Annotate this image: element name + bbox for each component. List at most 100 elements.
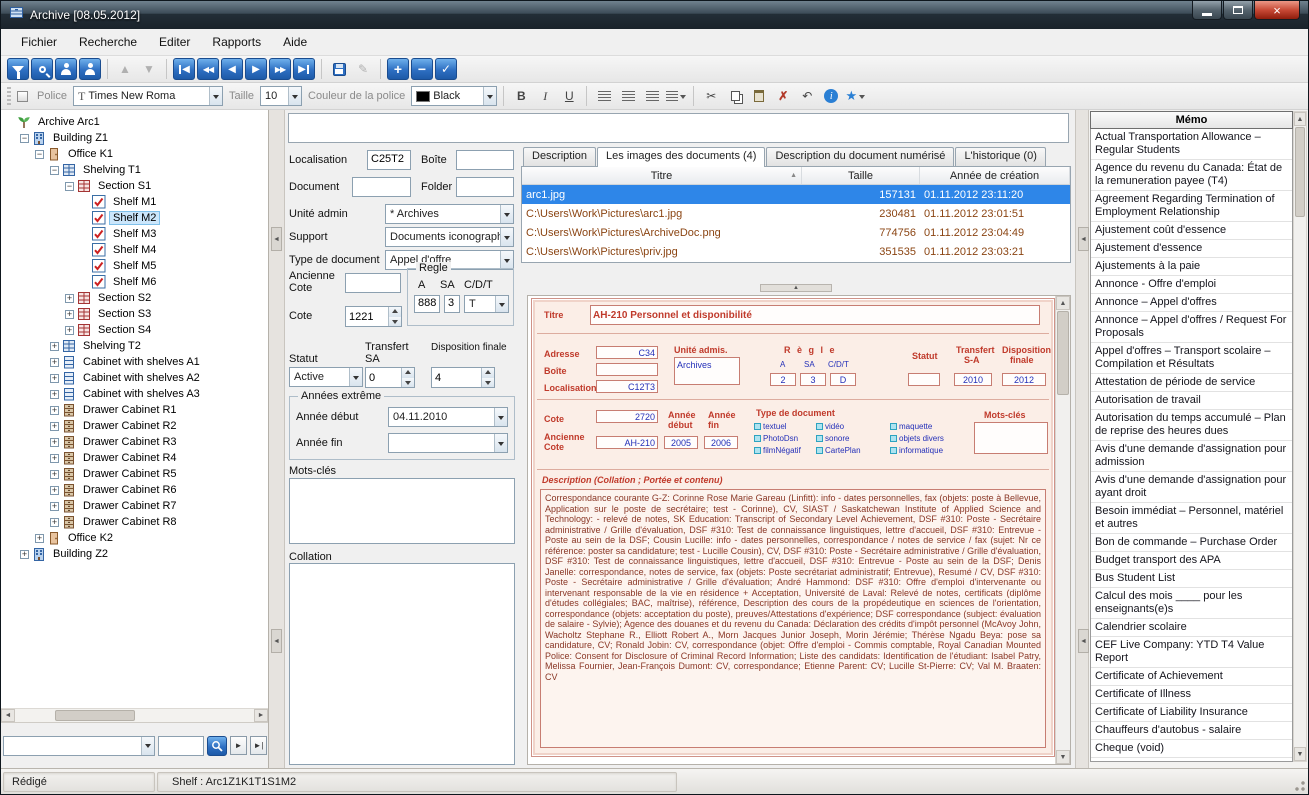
maximize-button[interactable] [1223, 1, 1253, 20]
chevron-down-icon[interactable] [483, 87, 496, 105]
memo-item[interactable]: Autorisation du temps accumulé – Plan de… [1091, 410, 1292, 441]
tree-item-office-k1[interactable]: −Office K1 [3, 146, 268, 162]
regle-cdt-combobox[interactable]: T [464, 295, 509, 313]
grid-column-titre[interactable]: Titre▲ [522, 167, 802, 184]
tree-item-shelf-m3[interactable]: Shelf M3 [3, 226, 268, 242]
align-center-button[interactable] [617, 85, 639, 107]
paste-button[interactable] [748, 85, 770, 107]
memo-item[interactable]: Besoin immédiat – Personnel, matériel et… [1091, 503, 1292, 534]
scrollbar-track[interactable] [1056, 396, 1070, 750]
unite-admin-combobox[interactable]: * Archives [385, 204, 514, 224]
memo-item[interactable]: Bus Student List [1091, 570, 1292, 588]
memo-item[interactable]: Calendrier scolaire [1091, 619, 1292, 637]
tree-item-cabinet-with-shelves-a3[interactable]: +Cabinet with shelves A3 [3, 386, 268, 402]
chevron-down-icon[interactable] [209, 87, 222, 105]
nav-next-button[interactable]: ▶ [245, 58, 267, 80]
font-color-combobox[interactable]: Black [411, 86, 497, 106]
regle-a-field[interactable]: 888 [414, 295, 440, 313]
scroll-up-icon[interactable]: ▲ [1056, 296, 1070, 310]
grid-row[interactable]: arc1.jpg15713101.11.2012 23:11:20 [522, 185, 1070, 204]
tree-item-shelving-t1[interactable]: −Shelving T1 [3, 162, 268, 178]
user-add-button[interactable] [55, 58, 77, 80]
memo-item[interactable]: Cheque (void) [1091, 740, 1292, 758]
memo-item[interactable]: Ajustements à la paie [1091, 258, 1292, 276]
tree-filter-combobox[interactable] [3, 736, 155, 756]
cote-spinner[interactable]: 1221 [345, 306, 402, 327]
collation-textarea[interactable] [289, 563, 515, 765]
chevron-down-icon[interactable] [495, 296, 508, 312]
list-button[interactable] [665, 85, 687, 107]
memo-item[interactable]: Annonce – Appel d'offres [1091, 294, 1292, 312]
collapse-icon[interactable]: − [50, 166, 59, 175]
tree-search-button[interactable] [207, 736, 227, 756]
minimize-button[interactable] [1192, 1, 1222, 20]
chevron-down-icon[interactable] [288, 87, 301, 105]
memo-item[interactable]: Agence du revenu du Canada: État de la r… [1091, 160, 1292, 191]
disposition-spinner[interactable]: 4 [431, 367, 495, 388]
spinner-arrows-icon[interactable] [388, 307, 401, 326]
align-left-button[interactable] [593, 85, 615, 107]
memo-item[interactable]: Ajustement coût d'essence [1091, 222, 1292, 240]
toolbar-handle[interactable] [7, 87, 11, 105]
tree-item-shelf-m2[interactable]: Shelf M2 [3, 210, 268, 226]
transfert-spinner[interactable]: 0 [365, 367, 415, 388]
scrollbar-thumb[interactable] [55, 710, 135, 721]
boite-field[interactable] [456, 150, 514, 170]
expand-icon[interactable]: + [50, 358, 59, 367]
memo-item[interactable]: Chauffeurs d'autobus - salaire [1091, 722, 1292, 740]
tree-search-input[interactable] [158, 736, 204, 756]
expand-icon[interactable]: + [65, 294, 74, 303]
chevron-down-icon[interactable] [349, 368, 362, 386]
expand-icon[interactable]: + [50, 406, 59, 415]
mots-cles-textarea[interactable] [289, 478, 515, 544]
tree-item-drawer-cabinet-r4[interactable]: +Drawer Cabinet R4 [3, 450, 268, 466]
menu-fichier[interactable]: Fichier [11, 31, 67, 53]
confirm-button[interactable]: ✓ [435, 58, 457, 80]
expand-icon[interactable]: + [35, 534, 44, 543]
underline-button[interactable]: U [558, 85, 580, 107]
collapse-icon[interactable]: − [65, 182, 74, 191]
tree-item-shelf-m4[interactable]: Shelf M4 [3, 242, 268, 258]
tree-item-section-s4[interactable]: +Section S4 [3, 322, 268, 338]
copy-button[interactable] [724, 85, 746, 107]
nav-prev-fast-button[interactable]: ◀◀ [197, 58, 219, 80]
folder-field[interactable] [456, 177, 514, 197]
right-splitter[interactable]: ◄ ◄ [1075, 110, 1089, 768]
tree-item-drawer-cabinet-r2[interactable]: +Drawer Cabinet R2 [3, 418, 268, 434]
memo-scrollbar[interactable]: ▲ ▼ [1293, 111, 1307, 762]
tab-description-du-document-numerise[interactable]: Description du document numérisé [766, 147, 954, 166]
filter-search-button[interactable] [7, 58, 29, 80]
localisation-field[interactable]: C25T2 [367, 150, 411, 170]
chevron-down-icon[interactable] [141, 737, 154, 755]
delete-button[interactable]: ✗ [772, 85, 794, 107]
ancienne-cote-field[interactable] [345, 273, 401, 293]
expand-icon[interactable]: + [20, 550, 29, 559]
add-button[interactable]: + [387, 58, 409, 80]
scroll-down-icon[interactable]: ▼ [1056, 750, 1070, 764]
tree-item-shelf-m1[interactable]: Shelf M1 [3, 194, 268, 210]
italic-button[interactable]: I [534, 85, 556, 107]
collapse-left-icon[interactable]: ◄ [1078, 629, 1089, 653]
goto-last-button[interactable]: ►| [250, 736, 267, 755]
annee-fin-combobox[interactable] [388, 433, 508, 453]
scrollbar-thumb[interactable] [1295, 127, 1305, 217]
align-right-button[interactable] [641, 85, 663, 107]
grid-column-annee-de-creation[interactable]: Année de création [920, 167, 1070, 184]
tree-item-shelf-m6[interactable]: Shelf M6 [3, 274, 268, 290]
annee-debut-combobox[interactable]: 04.11.2010 [388, 407, 508, 427]
undo-button[interactable]: ↶ [796, 85, 818, 107]
memo-item[interactable]: Certificate of Illness [1091, 686, 1292, 704]
tree-item-drawer-cabinet-r8[interactable]: +Drawer Cabinet R8 [3, 514, 268, 530]
statut-combobox[interactable]: Active [289, 367, 363, 387]
memo-item[interactable]: Avis d'une demande d'assignation pour ad… [1091, 441, 1292, 472]
scroll-down-icon[interactable]: ▼ [1294, 747, 1306, 761]
spinner-arrows-icon[interactable] [401, 368, 414, 387]
collapse-up-icon[interactable]: ▲ [760, 284, 832, 292]
move-up-button[interactable]: ▲ [114, 58, 136, 80]
expand-icon[interactable]: + [50, 470, 59, 479]
save-button[interactable] [328, 58, 350, 80]
menu-rapports[interactable]: Rapports [202, 31, 271, 53]
spinner-arrows-icon[interactable] [481, 368, 494, 387]
font-family-combobox[interactable]: T Times New Roma [73, 86, 223, 106]
nav-last-button[interactable]: ▶ [293, 58, 315, 80]
